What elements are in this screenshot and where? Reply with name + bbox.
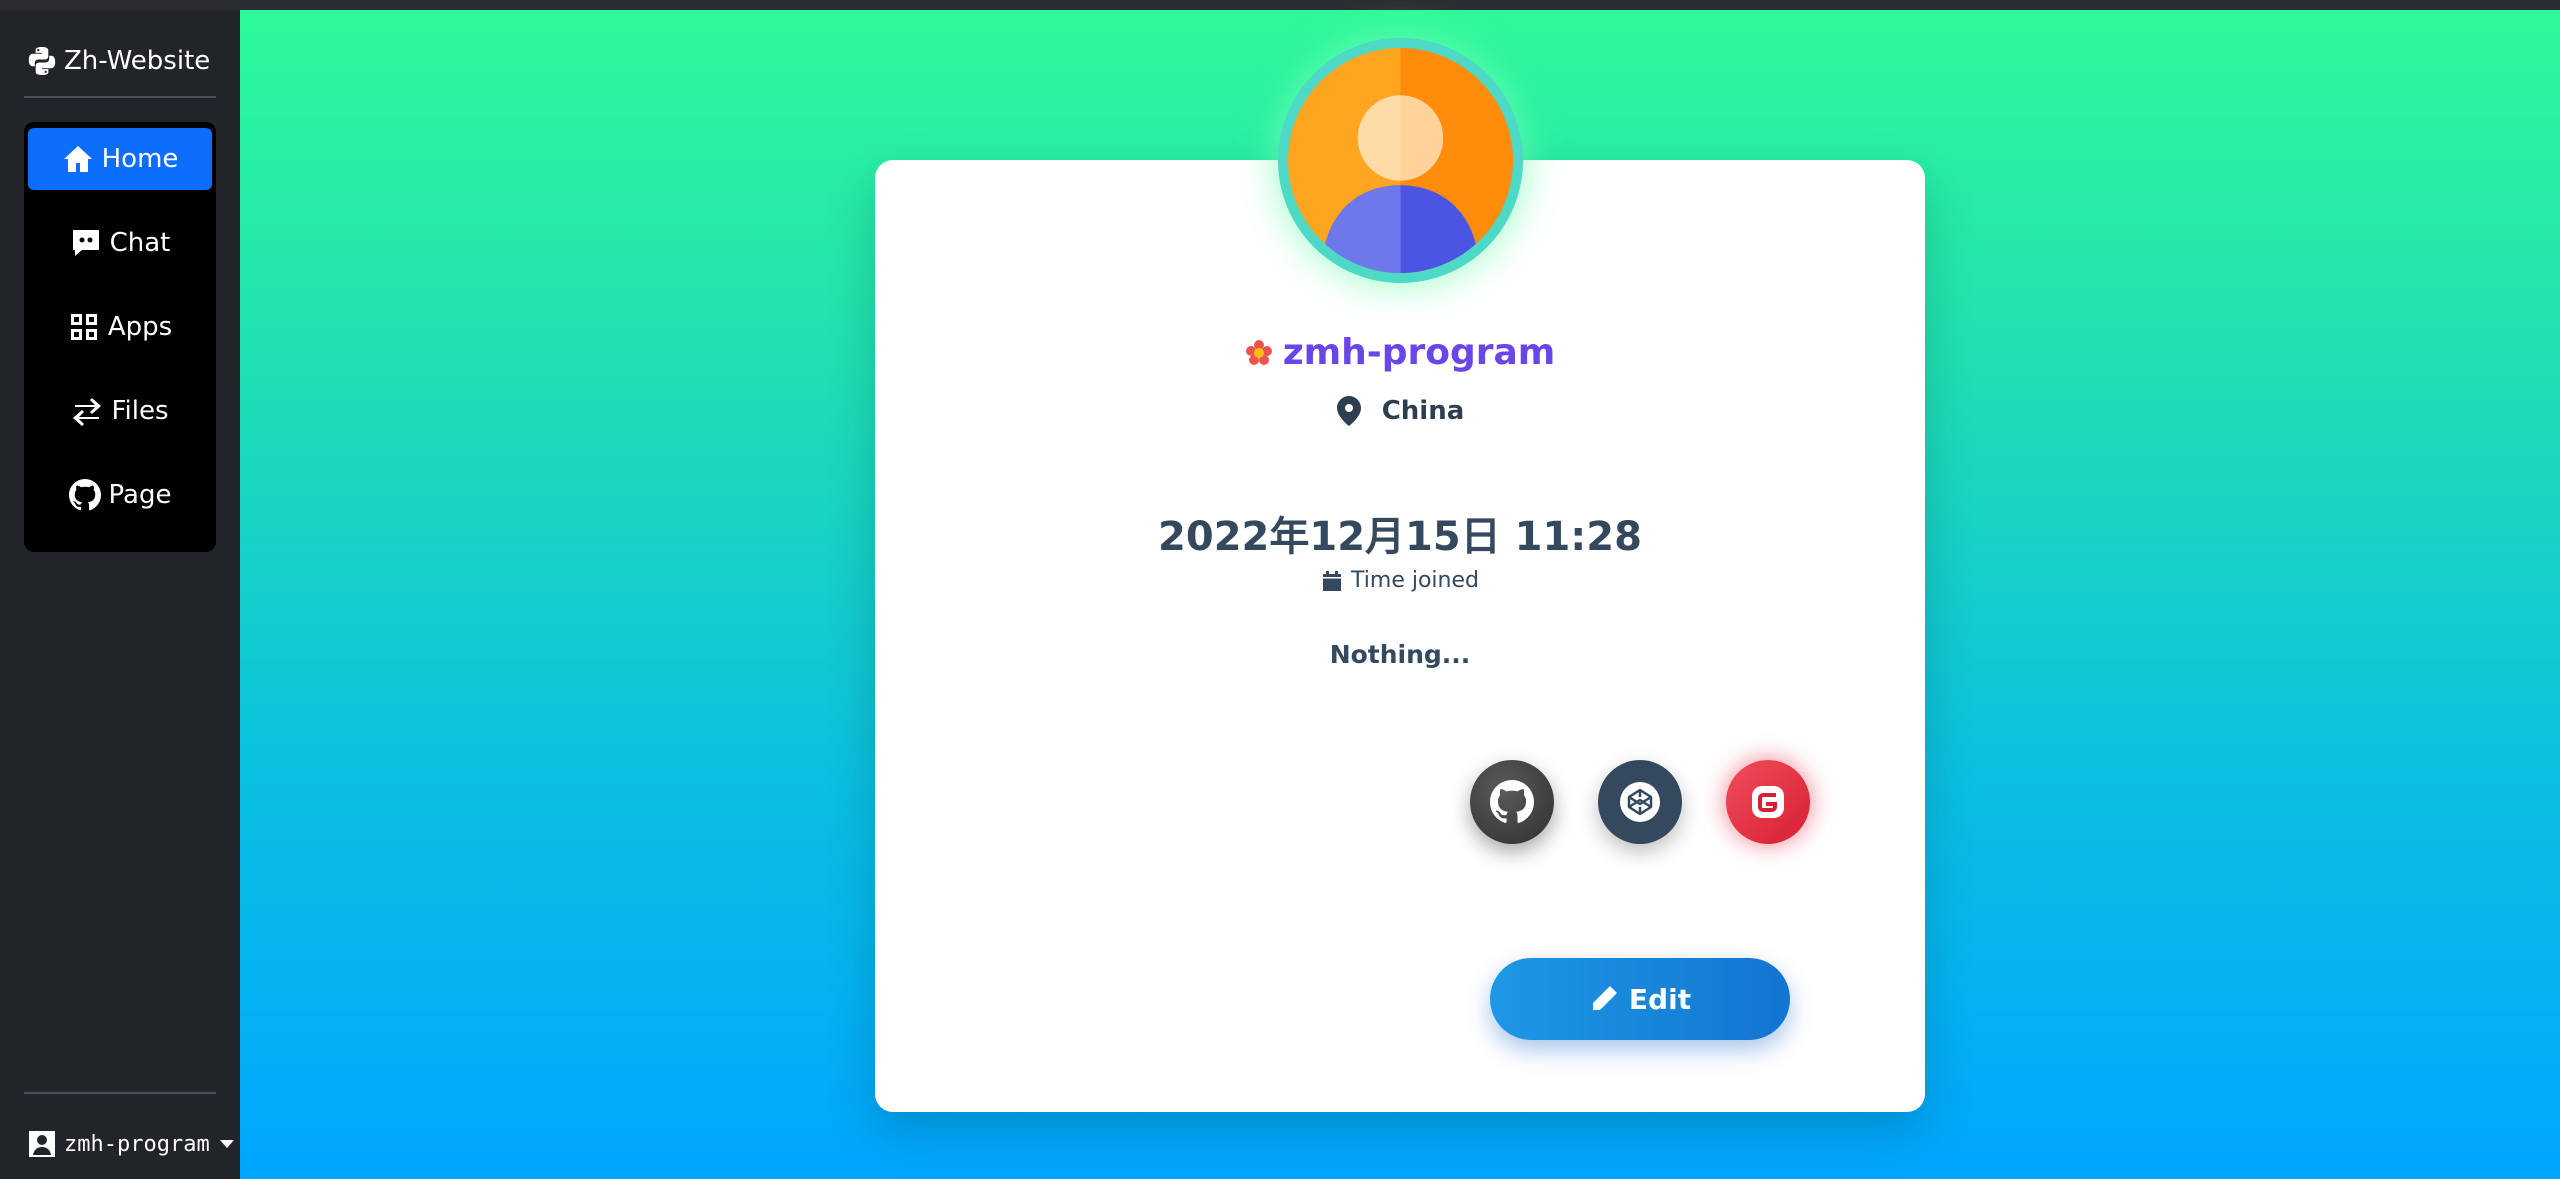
profile-location: China	[875, 396, 1925, 426]
sidebar: Zh-Website Home Chat Apps Files Page zmh	[0, 10, 240, 1179]
grid-icon	[70, 314, 97, 340]
user-icon	[29, 1131, 55, 1157]
pencil-icon	[1592, 986, 1617, 1010]
map-pin-icon	[1336, 396, 1361, 426]
joined-date: 2022年12月15日 11:28	[1158, 514, 1642, 560]
sidebar-divider	[24, 96, 216, 98]
top-bar	[0, 0, 2560, 10]
gitee-link[interactable]	[1726, 760, 1810, 844]
sidebar-nav: Home Chat Apps Files Page	[24, 122, 216, 552]
user-avatar-icon	[1288, 48, 1513, 273]
codepen-link[interactable]	[1598, 760, 1682, 844]
sidebar-item-apps[interactable]: Apps	[28, 296, 212, 358]
sidebar-item-chat[interactable]: Chat	[28, 212, 212, 274]
sidebar-item-label: Page	[108, 480, 172, 510]
profile-bio: Nothing...	[1329, 640, 1471, 669]
github-icon	[68, 479, 101, 511]
calendar-icon	[1323, 570, 1342, 591]
edit-button[interactable]: Edit	[1490, 958, 1790, 1040]
flower-icon	[1245, 339, 1272, 365]
brand[interactable]: Zh-Website	[26, 36, 210, 86]
chevron-down-icon	[219, 1140, 234, 1148]
profile-username: zmh-program	[875, 332, 1925, 373]
gitee-icon	[1752, 786, 1784, 818]
python-logo-icon	[28, 47, 56, 75]
chat-icon	[72, 230, 99, 256]
sidebar-item-label: Home	[101, 144, 179, 174]
user-menu[interactable]: zmh-program	[26, 1122, 234, 1166]
sidebar-item-page[interactable]: Page	[28, 464, 212, 526]
main-area: zmh-program China 2022年12月15日 11:28 Time…	[240, 10, 2560, 1179]
sidebar-item-files[interactable]: Files	[28, 380, 212, 442]
transfer-icon	[73, 398, 102, 426]
brand-title: Zh-Website	[64, 46, 211, 76]
sidebar-divider	[24, 1092, 216, 1094]
avatar[interactable]	[1278, 38, 1523, 283]
sidebar-item-label: Chat	[109, 228, 171, 258]
joined-label: Time joined	[875, 568, 1925, 593]
username-text: zmh-program	[1282, 332, 1556, 373]
sidebar-item-label: Files	[111, 396, 169, 426]
github-link[interactable]	[1470, 760, 1554, 844]
user-name: zmh-program	[64, 1131, 210, 1157]
github-icon	[1490, 780, 1534, 823]
sidebar-item-home[interactable]: Home	[28, 128, 212, 190]
edit-button-label: Edit	[1628, 982, 1692, 1016]
sidebar-item-label: Apps	[107, 312, 173, 342]
location-text: China	[1381, 396, 1465, 426]
joined-label-text: Time joined	[1351, 568, 1479, 593]
home-icon	[63, 146, 92, 172]
codepen-icon	[1620, 782, 1660, 822]
